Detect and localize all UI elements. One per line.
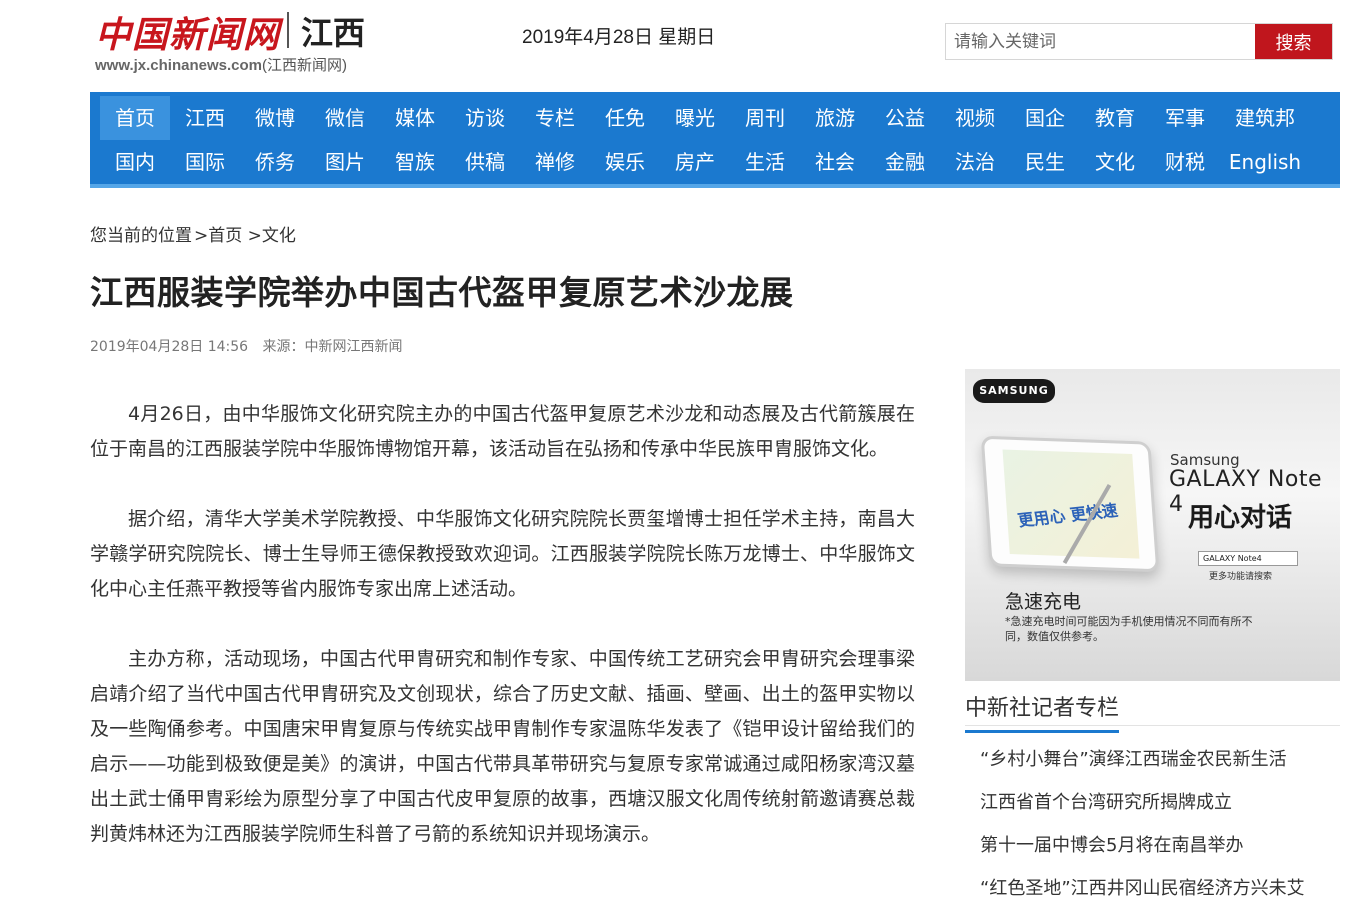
ad-note: *急速充电时间可能因为手机使用情况不同而有所不同，数值仅供参考。 [1005, 615, 1253, 643]
search-box: 搜索 [945, 23, 1333, 60]
column-news-list: “乡村小舞台”演绎江西瑞金农民新生活 江西省首个台湾研究所揭牌成立 第十一届中博… [980, 740, 1340, 904]
logo-divider [287, 12, 289, 48]
site-logo[interactable]: 中国新闻网 江西 www.jx.chinanews.com(江西新闻网) [95, 4, 395, 78]
list-item[interactable]: “红色圣地”江西井冈山民宿经济方兴未艾 [980, 869, 1340, 904]
breadcrumb-culture[interactable]: >文化 [248, 226, 296, 246]
main-nav: 首页 江西 微博 微信 媒体 访谈 专栏 任免 曝光 周刊 旅游 公益 视频 国企 教育 军事 建筑邦 国内 国际… [90, 92, 1340, 188]
nav-item[interactable]: 周刊 [730, 96, 800, 140]
nav-item[interactable]: 微信 [310, 96, 380, 140]
list-item[interactable]: 江西省首个台湾研究所揭牌成立 [980, 783, 1340, 826]
nav-item[interactable]: 房产 [660, 140, 730, 184]
ad-charge-title: 急速充电 [1005, 591, 1082, 613]
samsung-ad-banner[interactable]: SAMSUNG 更用心 更快速 Samsung GALAXY Note 4 用心… [965, 369, 1340, 681]
nav-item[interactable]: 江西 [170, 96, 240, 140]
phone-screen: 更用心 更快速 [1002, 449, 1140, 559]
logo-url-suffix: (江西新闻网) [262, 57, 347, 74]
nav-item[interactable]: 社会 [800, 140, 870, 184]
logo-url: www.jx.chinanews.com(江西新闻网) [95, 54, 347, 75]
nav-item[interactable]: 媒体 [380, 96, 450, 140]
column-header: 中新社记者专栏 [965, 682, 1340, 733]
breadcrumb-prefix: 您当前的位置 [90, 226, 192, 246]
nav-row-1: 首页 江西 微博 微信 媒体 访谈 专栏 任免 曝光 周刊 旅游 公益 视频 国企 教育 军事 建筑邦 [100, 96, 1310, 140]
nav-item[interactable]: 财税 [1150, 140, 1220, 184]
nav-item[interactable]: English [1220, 140, 1310, 184]
article-source: 来源：中新网江西新闻 [262, 339, 403, 355]
article-paragraph: 主办方称，活动现场，中国古代甲胄研究和制作专家、中国传统工艺研究会甲胄研究会理事… [90, 648, 915, 845]
nav-item[interactable]: 法治 [940, 140, 1010, 184]
nav-item[interactable]: 公益 [870, 96, 940, 140]
logo-url-domain: www.jx.chinanews.com [95, 57, 262, 74]
site-header: 中国新闻网 江西 www.jx.chinanews.com(江西新闻网) 201… [0, 0, 1366, 92]
article-paragraph: 4月26日，由中华服饰文化研究院主办的中国古代盔甲复原艺术沙龙和动态展及古代箭簇… [90, 403, 915, 460]
nav-item[interactable]: 旅游 [800, 96, 870, 140]
breadcrumb: 您当前的位置 >首页 >文化 [90, 221, 296, 246]
nav-item[interactable]: 教育 [1080, 96, 1150, 140]
logo-region: 江西 [301, 14, 366, 52]
breadcrumb-home[interactable]: >首页 [194, 226, 242, 246]
list-item[interactable]: “乡村小舞台”演绎江西瑞金农民新生活 [980, 740, 1340, 783]
logo-text: 中国新闻网 [95, 14, 281, 56]
article-body: 4月26日，由中华服饰文化研究院主办的中国古代盔甲复原艺术沙龙和动态展及古代箭簇… [90, 397, 915, 887]
nav-item[interactable]: 任免 [590, 96, 660, 140]
nav-row-2: 国内 国际 侨务 图片 智族 供稿 禅修 娱乐 房产 生活 社会 金融 法治 民生 文化 财税 English [100, 140, 1310, 184]
nav-item[interactable]: 首页 [100, 96, 170, 140]
nav-item[interactable]: 建筑邦 [1220, 96, 1310, 140]
nav-item[interactable]: 民生 [1010, 140, 1080, 184]
article-paragraph: 据介绍，清华大学美术学院教授、中华服饰文化研究院院长贾玺增博士担任学术主持，南昌… [90, 508, 915, 600]
nav-item[interactable]: 国内 [100, 140, 170, 184]
phone-screen-text: 更用心 更快速 [1016, 500, 1120, 531]
nav-item[interactable]: 生活 [730, 140, 800, 184]
nav-item[interactable]: 访谈 [450, 96, 520, 140]
nav-item[interactable]: 微博 [240, 96, 310, 140]
nav-item[interactable]: 禅修 [520, 140, 590, 184]
nav-item[interactable]: 专栏 [520, 96, 590, 140]
nav-item[interactable]: 侨务 [240, 140, 310, 184]
article-meta: 2019年04月28日 14:56 来源：中新网江西新闻 [90, 336, 403, 356]
nav-item[interactable]: 供稿 [450, 140, 520, 184]
article-datetime: 2019年04月28日 14:56 [90, 339, 249, 355]
list-item[interactable]: 第十一届中博会5月将在南昌举办 [980, 826, 1340, 869]
ad-more-text: 更多功能请搜索 [1209, 572, 1273, 582]
ad-slogan: 用心对话 [1188, 503, 1293, 533]
ad-searchbar: GALAXY Note4 [1198, 551, 1298, 566]
article-title: 江西服装学院举办中国古代盔甲复原艺术沙龙展 [90, 273, 794, 312]
nav-item[interactable]: 文化 [1080, 140, 1150, 184]
nav-item[interactable]: 视频 [940, 96, 1010, 140]
search-input[interactable] [946, 24, 1254, 59]
current-date: 2019年4月28日 星期日 [522, 27, 716, 48]
nav-item[interactable]: 国际 [170, 140, 240, 184]
column-title: 中新社记者专栏 [965, 690, 1120, 733]
nav-item[interactable]: 金融 [870, 140, 940, 184]
nav-item[interactable]: 娱乐 [590, 140, 660, 184]
ad-brand-logo: SAMSUNG [973, 379, 1055, 403]
nav-item[interactable]: 国企 [1010, 96, 1080, 140]
nav-item[interactable]: 曝光 [660, 96, 730, 140]
search-button[interactable]: 搜索 [1255, 24, 1332, 59]
nav-item[interactable]: 智族 [380, 140, 450, 184]
nav-item[interactable]: 图片 [310, 140, 380, 184]
nav-item[interactable]: 军事 [1150, 96, 1220, 140]
